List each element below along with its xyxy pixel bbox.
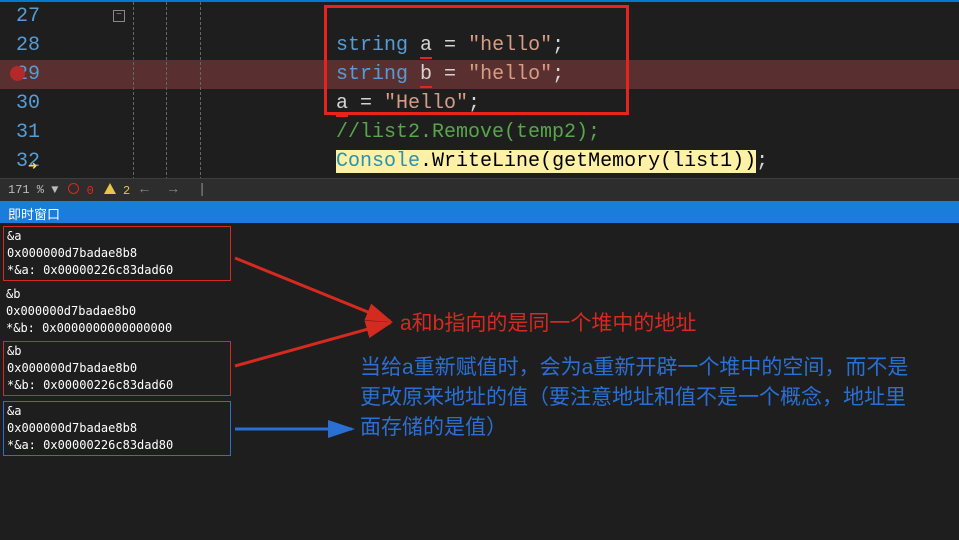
nav-arrows[interactable]: ← → | — [140, 182, 212, 198]
indentation-guides — [128, 2, 223, 178]
line-number: 28 — [0, 34, 46, 57]
warning-icon — [104, 183, 116, 194]
line-number: 31 — [0, 121, 46, 144]
immediate-window[interactable]: &a 0x000000d7badae8b8 *&a: 0x00000226c83… — [0, 223, 959, 540]
line-number: 32 — [0, 150, 46, 173]
line-number: 27 — [0, 5, 46, 28]
memory-block-a-before: &a 0x000000d7badae8b8 *&a: 0x00000226c83… — [3, 226, 231, 281]
fold-icon[interactable]: − — [113, 10, 125, 22]
warning-count[interactable]: 2 — [104, 183, 130, 198]
annotation-arrow-blue-icon — [230, 418, 360, 448]
code-editor[interactable]: ➜ − 27 28 string a = "hello"; 29 string … — [0, 0, 959, 178]
error-count[interactable]: 0 — [68, 183, 93, 198]
breakpoint-icon[interactable] — [10, 66, 25, 81]
memory-block-b-after: &b 0x000000d7badae8b0 *&b: 0x00000226c83… — [3, 341, 231, 396]
line-number: 30 — [0, 92, 46, 115]
annotation-text-blue: 当给a重新赋值时，会为a重新开辟一个堆中的空间，而不是更改原来地址的值（要注意地… — [360, 353, 920, 443]
zoom-level[interactable]: 171 % ▼ — [8, 183, 58, 197]
current-line-arrow-icon: ➜ — [28, 157, 37, 176]
annotation-arrow-red-icon — [230, 243, 405, 333]
annotation-box-red — [324, 5, 629, 115]
error-icon — [68, 183, 79, 194]
editor-statusbar: 171 % ▼ 0 2 ← → | — [0, 178, 959, 201]
memory-block-b-before: &b 0x000000d7badae8b0 *&b: 0x00000000000… — [3, 285, 231, 338]
annotation-text-red: a和b指向的是同一个堆中的地址 — [400, 309, 696, 339]
memory-block-a-after: &a 0x000000d7badae8b8 *&a: 0x00000226c83… — [3, 401, 231, 456]
immediate-window-title[interactable]: 即时窗口 — [0, 201, 959, 223]
